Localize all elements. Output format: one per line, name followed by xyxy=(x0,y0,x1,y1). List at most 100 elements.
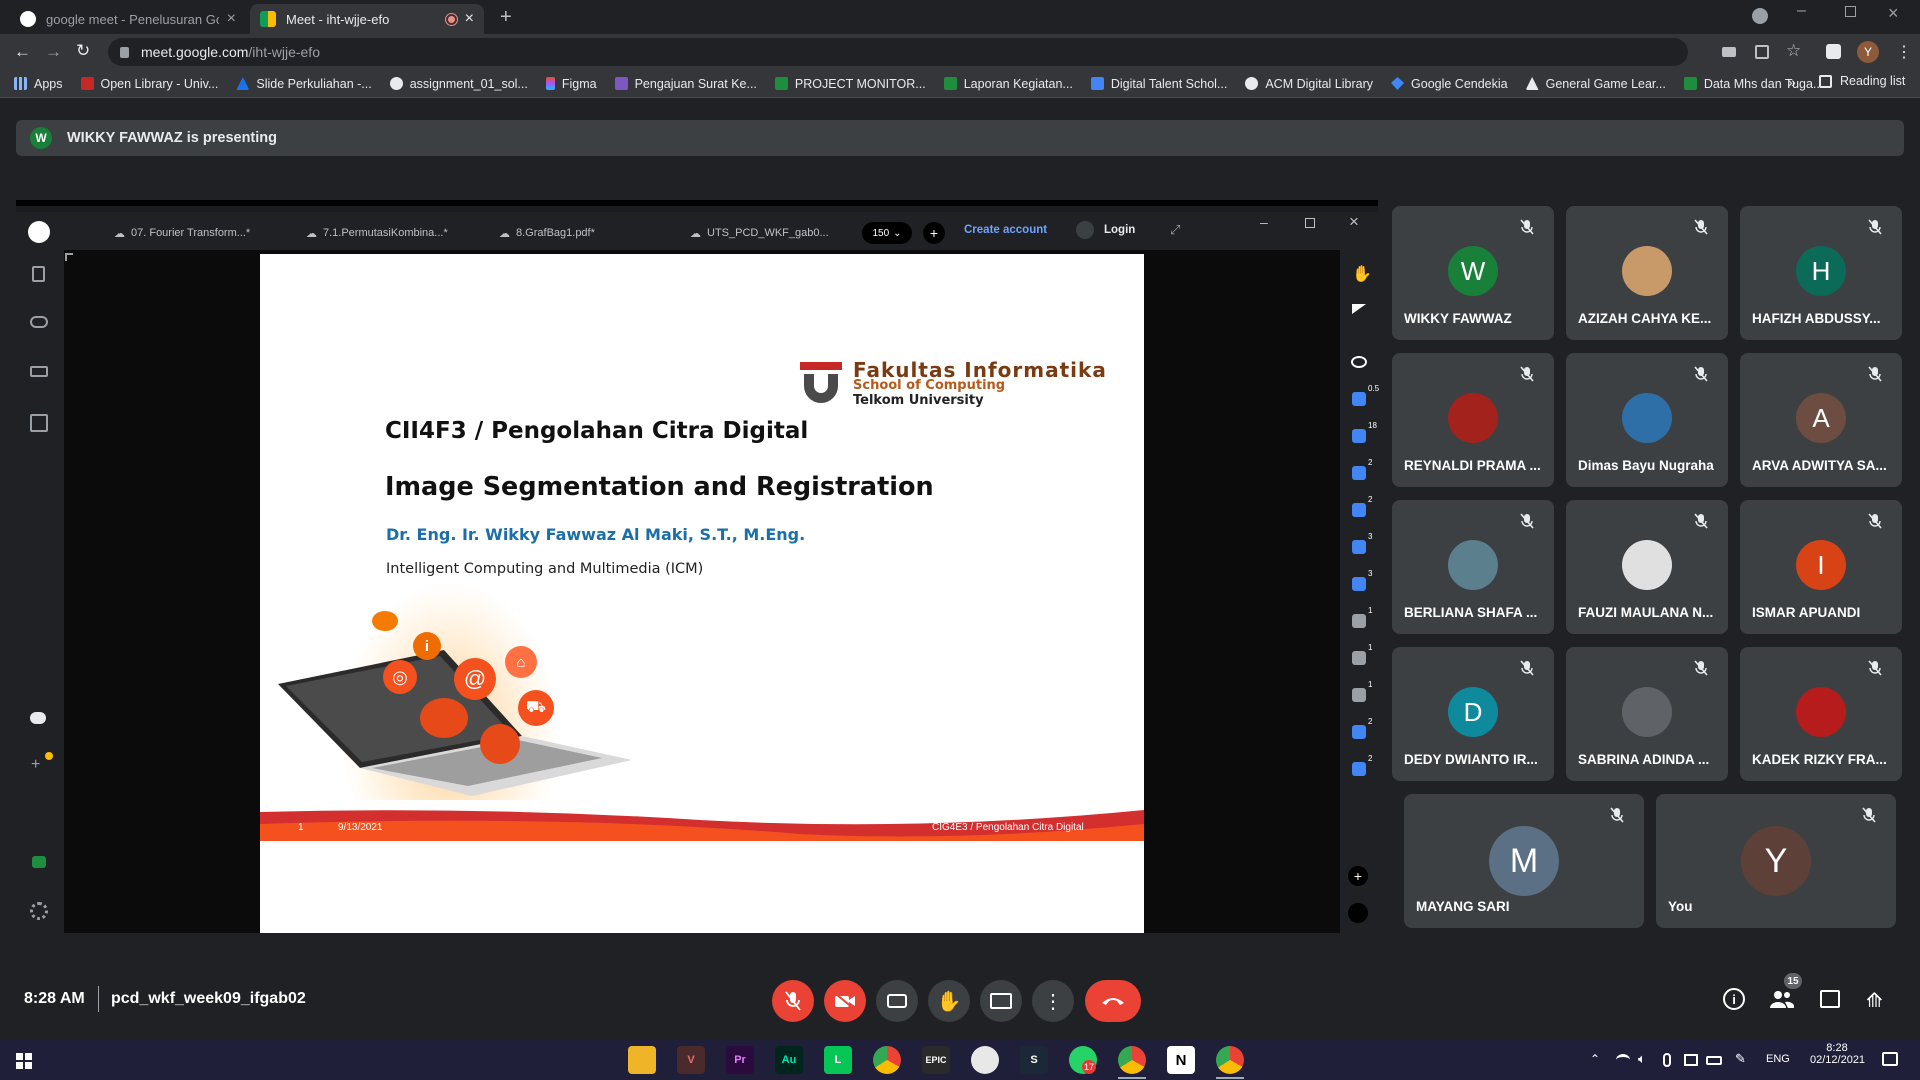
line-app-icon[interactable]: L xyxy=(824,1046,852,1074)
menu-kebab-icon[interactable]: ⋮ xyxy=(1896,42,1912,62)
bookmark-item[interactable]: Open Library - Univ... xyxy=(80,77,218,91)
present-now-button[interactable] xyxy=(980,980,1022,1022)
pdf-tab[interactable]: ☁ 07. Fourier Transform...* xyxy=(114,222,250,244)
app-icon[interactable] xyxy=(971,1046,999,1074)
meeting-info-icon[interactable]: i xyxy=(1723,988,1745,1010)
restore-icon[interactable] xyxy=(1845,6,1856,17)
browser-tab-search[interactable]: google meet - Penelusuran Goog × xyxy=(10,4,246,34)
address-bar[interactable]: meet.google.com/iht-wjje-efo xyxy=(108,38,1688,66)
vivaldi-icon[interactable]: V xyxy=(677,1046,705,1074)
bookmark-item[interactable]: Pengajuan Surat Ke... xyxy=(614,77,757,91)
annotation-tool-icon[interactable]: 2 xyxy=(1352,495,1372,517)
participant-tile[interactable]: Dimas Bayu Nugraha xyxy=(1566,353,1728,487)
more-bookmarks-icon[interactable]: » xyxy=(1788,74,1796,90)
pdf-tab[interactable]: ☁ UTS_PCD_WKF_gab0... xyxy=(690,222,829,244)
annotation-tool-icon[interactable]: 2 xyxy=(1352,458,1372,480)
participant-tile[interactable]: FAUZI MAULANA N... xyxy=(1566,500,1728,634)
pdf-minimize-icon[interactable]: – xyxy=(1260,214,1268,230)
extensions-icon[interactable] xyxy=(1826,44,1841,59)
notion-icon[interactable]: N xyxy=(1167,1046,1195,1074)
annotation-tool-icon[interactable]: 0.5 xyxy=(1352,384,1379,406)
hand-tool-icon[interactable]: ✋ xyxy=(1352,264,1372,284)
mic-toggle-button[interactable] xyxy=(772,980,814,1022)
participant-tile[interactable]: W WIKKY FAWWAZ xyxy=(1392,206,1554,340)
steam-icon[interactable]: S xyxy=(1020,1046,1048,1074)
annotation-tool-icon[interactable]: 3 xyxy=(1352,569,1372,591)
annotation-tool-icon[interactable]: 1 xyxy=(1352,643,1372,665)
search-binoculars-icon[interactable] xyxy=(30,316,48,328)
bookmark-item[interactable]: assignment_01_sol... xyxy=(389,77,528,91)
language-indicator[interactable]: ENG xyxy=(1766,1053,1790,1065)
annotation-tool-icon[interactable]: 3 xyxy=(1352,532,1372,554)
participant-tile[interactable]: BERLIANA SHAFA ... xyxy=(1392,500,1554,634)
bookmark-item[interactable]: General Game Lear... xyxy=(1525,77,1666,91)
more-options-button[interactable]: ⋮ xyxy=(1032,980,1074,1022)
participant-tile[interactable]: Y You xyxy=(1656,794,1896,928)
annotation-tool-icon[interactable]: 2 xyxy=(1352,754,1372,776)
new-pdf-tab-icon[interactable]: + xyxy=(923,222,945,244)
bookmark-item[interactable]: Laporan Kegiatan... xyxy=(943,77,1073,91)
settings-gear-icon[interactable] xyxy=(30,902,48,920)
reload-icon[interactable]: ↻ xyxy=(76,41,90,61)
epic-games-icon[interactable]: EPIC xyxy=(922,1046,950,1074)
close-tab-icon[interactable]: × xyxy=(227,10,236,28)
bookmark-item[interactable]: PROJECT MONITOR... xyxy=(774,77,926,91)
notifications-icon[interactable] xyxy=(1882,1052,1898,1066)
profile-avatar[interactable]: Y xyxy=(1857,41,1879,63)
participant-tile[interactable]: M MAYANG SARI xyxy=(1404,794,1644,928)
chrome-active-icon[interactable] xyxy=(1216,1046,1244,1074)
participant-tile[interactable]: I ISMAR APUANDI xyxy=(1740,500,1902,634)
participant-tile[interactable]: SABRINA ADINDA ... xyxy=(1566,647,1728,781)
close-tab-icon[interactable]: × xyxy=(465,10,474,28)
raise-hand-button[interactable]: ✋ xyxy=(928,980,970,1022)
battery-icon[interactable] xyxy=(1706,1056,1722,1065)
camera-blocked-icon[interactable] xyxy=(1722,47,1736,57)
add-tool-icon[interactable]: + xyxy=(1348,866,1368,886)
new-tab-icon[interactable]: + xyxy=(500,6,512,29)
pin-icon[interactable]: + xyxy=(31,756,40,774)
chrome-profile-icon[interactable] xyxy=(1118,1046,1146,1074)
tab-search-icon[interactable] xyxy=(1752,8,1768,24)
audition-icon[interactable]: Au xyxy=(775,1046,803,1074)
tray-chevron-icon[interactable]: ⌃ xyxy=(1590,1052,1600,1066)
participant-tile[interactable]: D DEDY DWIANTO IR... xyxy=(1392,647,1554,781)
bookmark-item[interactable]: Figma xyxy=(545,77,597,91)
pen-icon[interactable]: ✎ xyxy=(1735,1051,1746,1067)
volume-icon[interactable]: 🔈︎ xyxy=(1638,1051,1646,1067)
people-button[interactable] xyxy=(1770,990,1794,1008)
annotation-tool-icon[interactable]: 18 xyxy=(1352,421,1377,443)
browser-tab-meet[interactable]: Meet - iht-wjje-efo × xyxy=(250,4,484,34)
bookmark-item[interactable]: Google Cendekia xyxy=(1391,77,1508,91)
clock[interactable]: 8:28 02/12/2021 xyxy=(1810,1042,1865,1066)
minimize-icon[interactable]: – xyxy=(1797,2,1806,20)
wifi-icon[interactable] xyxy=(1616,1054,1630,1066)
zoom-selector[interactable]: 150 ⌄ xyxy=(862,222,912,244)
mic-tray-icon[interactable] xyxy=(1663,1053,1671,1067)
captions-button[interactable] xyxy=(876,980,918,1022)
create-account-link[interactable]: Create account xyxy=(964,224,1047,236)
participant-tile[interactable]: AZIZAH CAHYA KE... xyxy=(1566,206,1728,340)
annotation-tool-icon[interactable]: 1 xyxy=(1352,680,1372,702)
participant-tile[interactable]: REYNALDI PRAMA ... xyxy=(1392,353,1554,487)
share-icon[interactable] xyxy=(1755,45,1769,59)
file-explorer-icon[interactable] xyxy=(628,1046,656,1074)
pdf-tab[interactable]: ☁ 7.1.PermutasiKombina...* xyxy=(306,222,448,244)
bookmark-item[interactable]: Data Mhs dan Tuga... xyxy=(1683,77,1823,91)
save-icon[interactable] xyxy=(30,414,48,432)
chrome-icon[interactable] xyxy=(873,1046,901,1074)
display-tray-icon[interactable] xyxy=(1684,1054,1698,1066)
bookmark-apps[interactable]: Apps xyxy=(14,77,63,91)
comment-tool-icon[interactable] xyxy=(1351,356,1367,368)
camera-toggle-button[interactable] xyxy=(824,980,866,1022)
forward-icon[interactable]: → xyxy=(45,42,62,62)
display-icon[interactable] xyxy=(30,366,48,377)
leave-call-button[interactable] xyxy=(1085,980,1141,1022)
annotation-tool-icon[interactable]: 1 xyxy=(1352,606,1372,628)
back-icon[interactable]: ← xyxy=(14,42,31,62)
pages-icon[interactable] xyxy=(32,266,45,282)
cloud-sync-icon[interactable] xyxy=(30,712,46,724)
participant-tile[interactable]: H HAFIZH ABDUSSY... xyxy=(1740,206,1902,340)
pdf-close-icon[interactable]: × xyxy=(1349,212,1359,232)
activities-icon[interactable]: ⟰ xyxy=(1866,988,1883,1013)
participant-tile[interactable]: KADEK RIZKY FRA... xyxy=(1740,647,1902,781)
